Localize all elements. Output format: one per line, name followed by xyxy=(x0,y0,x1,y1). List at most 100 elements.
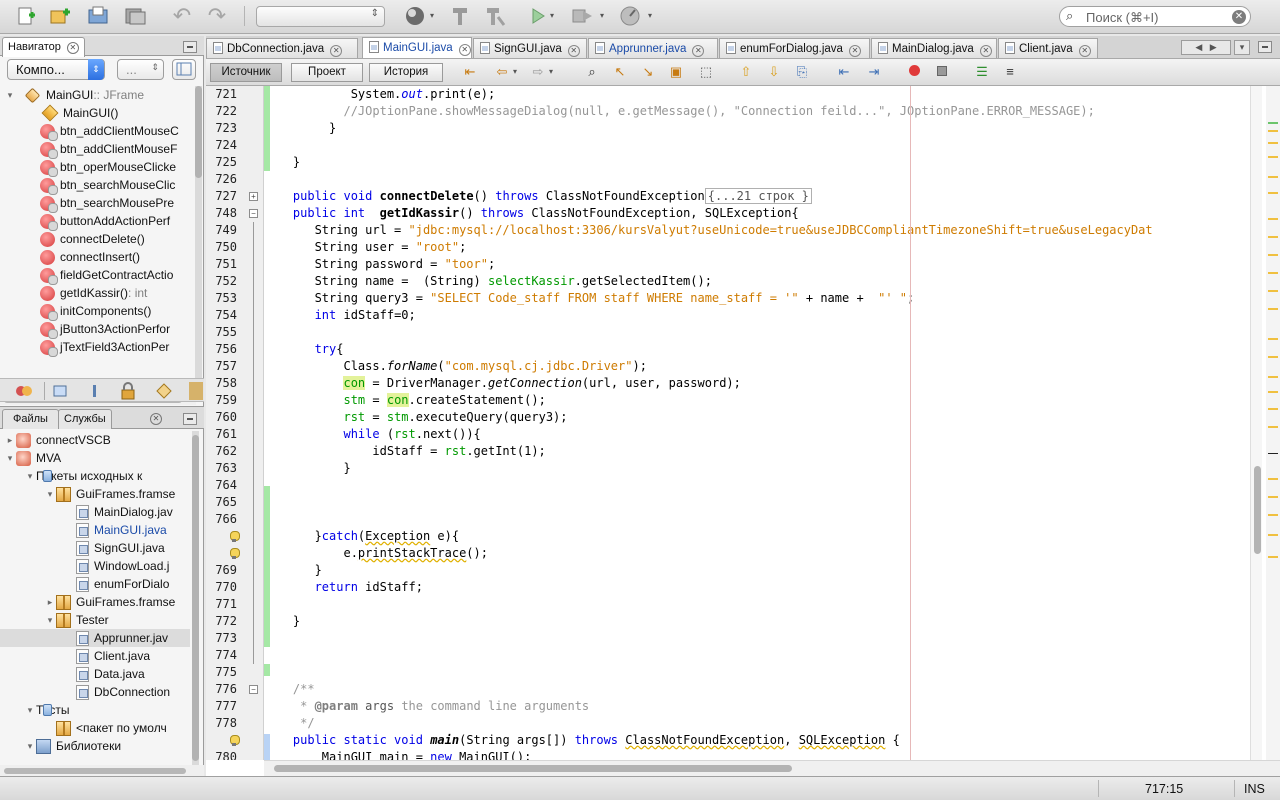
shift-left-icon[interactable]: ⇤ xyxy=(836,64,852,80)
close-icon[interactable]: ✕ xyxy=(66,42,79,54)
navigator-filter-combo[interactable]: Компо... ⇕ xyxy=(7,59,105,80)
code-line[interactable]: con = DriverManager.getConnection(url, u… xyxy=(264,375,741,392)
code-line[interactable]: Class.forName("com.mysql.cj.jdbc.Driver"… xyxy=(264,358,646,375)
project-tree-item[interactable]: WindowLoad.j xyxy=(0,557,190,575)
code-line[interactable]: int idStaff=0; xyxy=(264,307,416,324)
project-tree-item[interactable]: ▾ MVA xyxy=(0,449,190,467)
tab-scroll-arrows-icon[interactable]: ◀ ▶ xyxy=(1181,40,1231,55)
back-icon[interactable]: ⇦ xyxy=(494,64,510,80)
expand-toggle-icon[interactable]: ▾ xyxy=(4,90,16,101)
redo-icon[interactable]: ↷ xyxy=(205,5,229,27)
minimize-icon[interactable] xyxy=(183,413,197,425)
error-stripe[interactable] xyxy=(1266,86,1280,760)
expand-fold-icon[interactable]: + xyxy=(249,192,258,201)
code-line[interactable]: String query3 = "SELECT Code_staff FROM … xyxy=(264,290,915,307)
close-tab-icon[interactable]: ✕ xyxy=(458,44,471,56)
globe-icon[interactable] xyxy=(402,5,428,27)
project-tree-item[interactable]: enumForDialo xyxy=(0,575,190,593)
find-selection-icon[interactable]: ▣ xyxy=(668,64,684,80)
expand-toggle-icon[interactable]: ▾ xyxy=(24,471,36,482)
project-tree-item[interactable]: ▾ Tester xyxy=(0,611,190,629)
collapse-fold-icon[interactable]: − xyxy=(249,685,258,694)
editor-hscroll-thumb[interactable] xyxy=(274,765,792,772)
code-line[interactable]: try{ xyxy=(264,341,344,358)
project-tree-item[interactable]: ▾ Тесты xyxy=(0,701,190,719)
next-bookmark-icon[interactable]: ⇩ xyxy=(766,64,782,80)
code-line[interactable]: * @param args the command line arguments xyxy=(264,698,589,715)
expand-toggle-icon[interactable]: ▾ xyxy=(44,489,56,500)
project-tree-item[interactable]: Client.java xyxy=(0,647,190,665)
navigator-item[interactable]: btn_addClientMouseC xyxy=(0,122,179,141)
expand-toggle-icon[interactable]: ▸ xyxy=(4,435,16,446)
code-line[interactable]: } xyxy=(264,613,300,630)
local-classes-filter-icon[interactable] xyxy=(154,383,174,399)
navigator-item[interactable]: btn_searchMouseClic xyxy=(0,176,175,195)
editor-tab[interactable]: MainDialog.java ✕ xyxy=(871,38,997,58)
tab-source[interactable]: Источник xyxy=(210,63,282,82)
close-tab-icon[interactable]: ✕ xyxy=(567,45,580,57)
navigator-item[interactable]: initComponents() xyxy=(0,302,151,321)
configuration-combo[interactable]: ⇕ xyxy=(256,6,385,27)
save-all-icon[interactable] xyxy=(122,5,148,27)
tab-list-dropdown-icon[interactable]: ▾ xyxy=(1234,40,1250,55)
navigator-item[interactable]: buttonAddActionPerf xyxy=(0,212,170,231)
code-line[interactable]: /** xyxy=(264,681,315,698)
find-previous-icon[interactable]: ↖ xyxy=(612,64,628,80)
navigator-view-button[interactable] xyxy=(172,59,196,80)
start-macro-icon[interactable] xyxy=(906,64,922,80)
expand-toggle-icon[interactable]: ▾ xyxy=(44,615,56,626)
navigator-sort-combo[interactable]: ... ⇕ xyxy=(117,59,164,80)
project-tree-item[interactable]: DbConnection xyxy=(0,683,190,701)
expand-toggle-icon[interactable]: ▸ xyxy=(44,597,56,608)
navigator-item[interactable]: jButton3ActionPerfor xyxy=(0,320,170,339)
code-line[interactable]: String user = "root"; xyxy=(264,239,467,256)
expand-toggle-icon[interactable]: ▾ xyxy=(4,453,16,464)
project-tree-item[interactable]: ▾ Библиотеки xyxy=(0,737,190,755)
close-tab-icon[interactable]: ✕ xyxy=(848,45,861,57)
code-line[interactable]: return idStaff; xyxy=(264,579,423,596)
search-field[interactable]: ⌕ Поиск (⌘+I) ✕ xyxy=(1059,6,1251,27)
code-line[interactable]: while (rst.next()){ xyxy=(264,426,480,443)
tab-history[interactable]: История xyxy=(369,63,443,82)
code-line[interactable]: } xyxy=(264,154,300,171)
fields-filter-icon[interactable] xyxy=(52,383,68,399)
collapse-fold-icon[interactable]: − xyxy=(249,209,258,218)
code-line[interactable]: public int getIdKassir() throws ClassNot… xyxy=(264,205,799,222)
project-tree-item[interactable]: ▸ connectVSCB xyxy=(0,431,190,449)
project-tree-item[interactable]: ▾ Пакеты исходных к xyxy=(0,467,190,485)
editor-tab[interactable]: Client.java ✕ xyxy=(998,38,1098,58)
close-tab-icon[interactable]: ✕ xyxy=(330,45,343,57)
navigator-item[interactable]: btn_addClientMouseF xyxy=(0,140,177,159)
expand-toggle-icon[interactable]: ▾ xyxy=(24,705,36,716)
editor-tab[interactable]: enumForDialog.java ✕ xyxy=(719,38,870,58)
editor-tab[interactable]: Apprunner.java ✕ xyxy=(588,38,718,58)
navigator-item[interactable]: connectDelete() xyxy=(0,230,145,248)
code-line[interactable]: public static void main(String args[]) t… xyxy=(264,732,900,749)
tab-files[interactable]: Файлы xyxy=(2,409,59,429)
code-line[interactable]: public void connectDelete() throws Class… xyxy=(264,188,812,205)
tab-design[interactable]: Проект xyxy=(291,63,363,82)
maximize-editor-icon[interactable] xyxy=(1258,41,1272,53)
find-next-icon[interactable]: ↘ xyxy=(640,64,656,80)
editor-vscrollbar[interactable] xyxy=(1250,86,1262,760)
code-line[interactable]: MainGUI main = new MainGUI(); xyxy=(264,749,532,760)
minimize-icon[interactable] xyxy=(183,41,197,53)
project-tree-item[interactable]: MainGUI.java xyxy=(0,521,190,539)
toggle-bookmark-icon[interactable]: ⎘ xyxy=(794,64,810,80)
project-tree-item[interactable]: Data.java xyxy=(0,665,190,683)
code-line[interactable]: System.out.print(e); xyxy=(264,86,496,103)
code-line[interactable]: } xyxy=(264,460,350,477)
navigator-item[interactable]: connectInsert() xyxy=(0,248,140,266)
code-line[interactable]: //JOptionPane.showMessageDialog(null, e.… xyxy=(264,103,1094,120)
clean-build-icon[interactable] xyxy=(482,5,508,27)
tab-services[interactable]: Службы xyxy=(58,409,112,429)
navigator-item[interactable]: jTextField3ActionPer xyxy=(0,338,169,357)
navigator-scrollbar[interactable] xyxy=(195,86,202,394)
shift-right-icon[interactable]: ⇥ xyxy=(866,64,882,80)
build-hammer-icon[interactable] xyxy=(448,5,472,27)
code-line[interactable]: e.printStackTrace(); xyxy=(264,545,488,562)
clear-search-icon[interactable]: ✕ xyxy=(1232,10,1246,24)
debug-icon[interactable] xyxy=(570,5,596,27)
hint-lightbulb-icon[interactable] xyxy=(229,548,240,560)
close-tab-icon[interactable]: ✕ xyxy=(979,45,992,57)
